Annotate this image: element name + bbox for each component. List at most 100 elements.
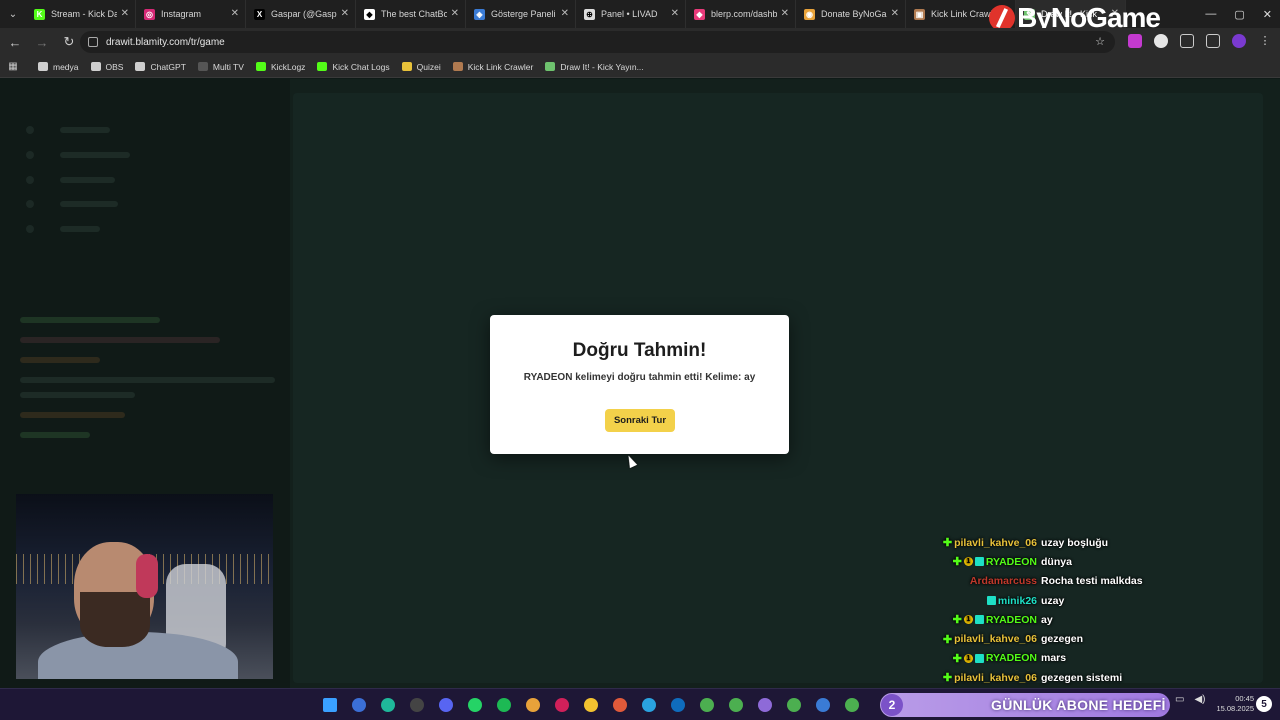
blurred-chat-line	[20, 337, 220, 343]
tab-close-icon[interactable]: ✕	[561, 8, 569, 19]
browser-tab[interactable]: ◆ The best ChatBot ✕	[356, 0, 466, 28]
tab-close-icon[interactable]: ✕	[781, 8, 789, 19]
verified-badge-icon: ✚	[952, 614, 962, 627]
chat-app-icon[interactable]	[378, 695, 398, 715]
blurred-player-avatar	[26, 126, 34, 134]
tab-close-icon[interactable]: ✕	[451, 8, 459, 19]
blurred-player-row	[60, 226, 100, 232]
back-icon[interactable]: ←	[3, 30, 27, 54]
file-explorer-icon[interactable]	[581, 695, 601, 715]
apps-grid-icon[interactable]: ▦	[0, 61, 26, 72]
bookmark-item[interactable]: medya	[38, 62, 79, 72]
chat-user-meta: ✚ 1 RYADEON	[900, 613, 1037, 627]
tab-favicon-icon: ⊕	[584, 8, 595, 20]
profile-avatar[interactable]	[1232, 34, 1246, 48]
chrome-profile-3-icon[interactable]	[726, 695, 746, 715]
browser-tab[interactable]: ◈ Gösterge Paneli - ✕	[466, 0, 576, 28]
chat-message: ✚ pilavli_kahve_06 uzay boşluğu	[900, 533, 1200, 552]
blurred-player-row	[60, 201, 118, 207]
browser-tab[interactable]: ◆ blerp.com/dashb ✕	[686, 0, 796, 28]
taskbar-clock[interactable]: 00:45 15.08.2025	[1210, 694, 1254, 714]
chat-username: pilavli_kahve_06	[954, 536, 1037, 549]
windows-start-icon[interactable]	[320, 695, 340, 715]
forward-icon[interactable]: →	[30, 30, 54, 54]
tab-close-icon[interactable]: ✕	[121, 8, 129, 19]
bookmark-star-icon[interactable]: ☆	[1095, 35, 1105, 48]
chrome-profile-5-icon[interactable]	[784, 695, 804, 715]
chrome-profile-4-icon[interactable]	[755, 695, 775, 715]
taskbar-icon-glyph	[729, 698, 743, 712]
tab-close-icon[interactable]: ✕	[891, 8, 899, 19]
tab-search-icon[interactable]: ⌄	[0, 0, 26, 28]
extension-1-icon[interactable]	[1128, 34, 1142, 48]
chat-message: ✚ pilavli_kahve_06 gezegen	[900, 629, 1200, 648]
taskbar-icon-glyph	[381, 698, 395, 712]
chat-message: ✚ 1 RYADEON mars	[900, 649, 1200, 668]
chat-text: gezegen sistemi	[1041, 671, 1123, 684]
tab-close-icon[interactable]: ✕	[341, 8, 349, 19]
goal-label: GÜNLÜK ABONE HEDEFİ	[991, 697, 1166, 713]
taskbar-icon-glyph	[642, 698, 656, 712]
bookmark-item[interactable]: Quizei	[401, 62, 441, 72]
browser-menu-icon[interactable]: ⋮	[1258, 34, 1272, 48]
verified-badge-icon: ✚	[952, 556, 962, 569]
subscriber-badge-icon: 1	[963, 615, 973, 625]
bookmark-item[interactable]: OBS	[90, 62, 123, 72]
network-icon[interactable]: ▭	[1175, 694, 1184, 705]
bookmark-item[interactable]: Kick Chat Logs	[317, 62, 390, 72]
bookmark-favicon-icon	[401, 62, 412, 71]
bitwarden-icon[interactable]	[349, 695, 369, 715]
volume-icon[interactable]: ◀)	[1194, 694, 1205, 705]
spotify-icon[interactable]	[494, 695, 514, 715]
outlook-icon[interactable]	[668, 695, 688, 715]
browser-tab[interactable]: ⊕ Panel • LIVAD ✕	[576, 0, 686, 28]
bookmark-item[interactable]: Draw It! - Kick Yayın...	[545, 62, 644, 72]
folder-icon	[38, 62, 48, 71]
maximize-icon[interactable]: ▢	[1234, 8, 1244, 21]
bookmark-item[interactable]: KickLogz	[255, 62, 305, 72]
chat-user-meta: minik26	[900, 595, 1037, 607]
tab-label: Gaspar (@Gaspar	[271, 9, 337, 19]
subscriber-goal-bar: 2 GÜNLÜK ABONE HEDEFİ	[880, 693, 1170, 717]
bookmark-item[interactable]: ChatGPT	[135, 62, 186, 72]
chat-text: dünya	[1041, 555, 1072, 568]
tab-label: The best ChatBot	[381, 9, 447, 19]
browser-tab[interactable]: ◉ Donate ByNoGam ✕	[796, 0, 906, 28]
bookmark-item[interactable]: Kick Link Crawler	[452, 62, 533, 72]
chrome-profile-icon[interactable]	[610, 695, 630, 715]
minimize-icon[interactable]: —	[1205, 8, 1216, 20]
extensions-puzzle-icon[interactable]	[1180, 34, 1194, 48]
chrome-icon[interactable]	[523, 695, 543, 715]
media-control-icon[interactable]	[1206, 34, 1220, 48]
browser-toolbar: ← → ↻ drawit.blamity.com/tr/game ☆ ⋮	[0, 28, 1280, 56]
site-info-icon[interactable]	[88, 37, 98, 47]
browser-tab[interactable]: ◎ Instagram ✕	[136, 0, 246, 28]
extension-2-icon[interactable]	[1154, 34, 1168, 48]
correct-guess-dialog: Doğru Tahmin! RYADEON kelimeyi doğru tah…	[490, 315, 789, 454]
tab-close-icon[interactable]: ✕	[671, 8, 679, 19]
bookmark-item[interactable]: Multi TV	[197, 62, 244, 72]
address-bar[interactable]: drawit.blamity.com/tr/game ☆	[80, 31, 1115, 53]
chrome-profile-7-icon[interactable]	[842, 695, 862, 715]
chrome-profile-2-icon[interactable]	[697, 695, 717, 715]
next-round-button[interactable]: Sonraki Tur	[605, 409, 675, 432]
chrome-profile-6-icon[interactable]	[813, 695, 833, 715]
browser-tab[interactable]: X Gaspar (@Gaspar ✕	[246, 0, 356, 28]
obs-icon[interactable]	[407, 695, 427, 715]
notification-count-badge[interactable]: 5	[1256, 696, 1272, 712]
reload-icon[interactable]: ↻	[57, 30, 81, 54]
opera-icon[interactable]	[552, 695, 572, 715]
chat-user-meta: ✚ pilavli_kahve_06	[900, 671, 1037, 685]
taskbar-icon-glyph	[439, 698, 453, 712]
browser-tab[interactable]: K Stream - Kick Da ✕	[26, 0, 136, 28]
taskbar-icon-glyph	[410, 698, 424, 712]
close-window-icon[interactable]: ✕	[1263, 8, 1272, 21]
address-url: drawit.blamity.com/tr/game	[106, 36, 225, 48]
blurred-player-row	[60, 177, 115, 183]
discord-icon[interactable]	[436, 695, 456, 715]
telegram-icon[interactable]	[639, 695, 659, 715]
tab-label: Instagram	[161, 9, 202, 19]
tab-close-icon[interactable]: ✕	[231, 8, 239, 19]
stream-chat-overlay: ✚ pilavli_kahve_06 uzay boşluğu ✚ 1 RYADEON dü…	[900, 533, 1200, 687]
whatsapp-icon[interactable]	[465, 695, 485, 715]
